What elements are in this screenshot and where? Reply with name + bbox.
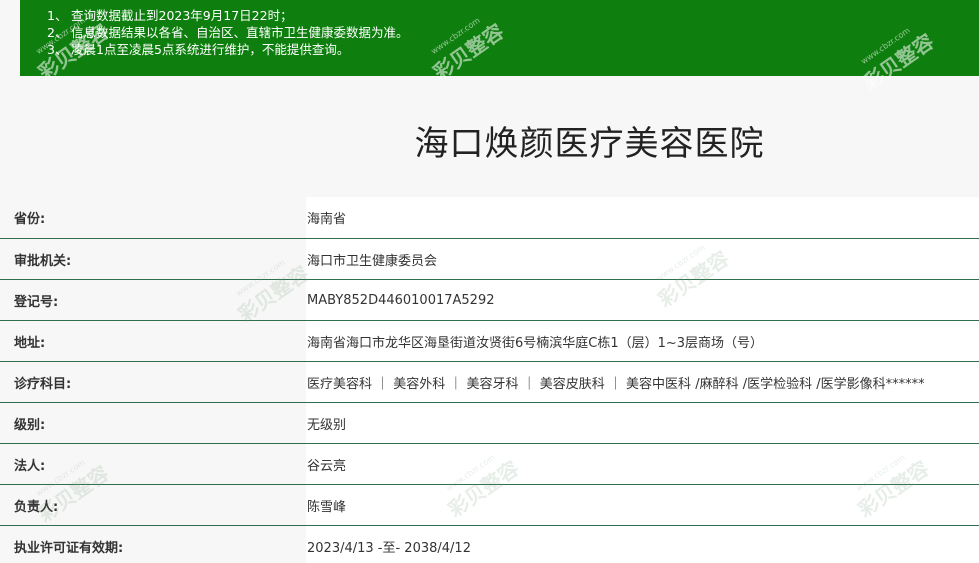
info-label: 法人: <box>0 444 306 484</box>
info-value: 医疗美容科 ｜ 美容外科 ｜ 美容牙科 ｜ 美容皮肤科 ｜ 美容中医科 /麻醉科… <box>306 362 979 402</box>
info-label: 级别: <box>0 403 306 443</box>
info-value: 海口市卫生健康委员会 <box>306 239 979 279</box>
info-value: 2023/4/13 -至- 2038/4/12 <box>306 526 979 563</box>
info-value: 谷云亮 <box>306 444 979 484</box>
info-row-departments: 诊疗科目: 医疗美容科 ｜ 美容外科 ｜ 美容牙科 ｜ 美容皮肤科 ｜ 美容中医… <box>0 361 979 402</box>
info-label: 诊疗科目: <box>0 362 306 402</box>
info-label: 登记号: <box>0 280 306 320</box>
info-label: 地址: <box>0 321 306 361</box>
info-row-person-in-charge: 负责人: 陈雪峰 <box>0 484 979 525</box>
notice-line-text: 凌晨1点至凌晨5点系统进行维护，不能提供查询。 <box>71 42 350 57</box>
notice-line-number: 1、 <box>47 8 68 23</box>
info-row-registration-number: 登记号: MABY852D446010017A5292 <box>0 279 979 320</box>
info-row-address: 地址: 海南省海口市龙华区海垦街道汝贤街6号楠滨华庭C栋1（层）1~3层商场（号… <box>0 320 979 361</box>
info-row-province: 省份: 海南省 <box>0 197 979 238</box>
info-label: 负责人: <box>0 485 306 525</box>
info-label: 执业许可证有效期: <box>0 526 306 563</box>
info-table: 省份: 海南省 审批机关: 海口市卫生健康委员会 登记号: MABY852D44… <box>0 197 979 563</box>
info-value: 海南省海口市龙华区海垦街道汝贤街6号楠滨华庭C栋1（层）1~3层商场（号） <box>306 321 979 361</box>
notice-line: 1、 查询数据截止到2023年9月17日22时； <box>47 7 979 24</box>
info-value: MABY852D446010017A5292 <box>306 280 979 320</box>
info-value: 陈雪峰 <box>306 485 979 525</box>
page-title: 海口焕颜医疗美容医院 <box>414 124 765 164</box>
notice-line: 3、 凌晨1点至凌晨5点系统进行维护，不能提供查询。 <box>47 41 979 58</box>
notice-banner: 1、 查询数据截止到2023年9月17日22时； 2、 信息数据结果以各省、自治区、… <box>20 0 979 76</box>
page: 1、 查询数据截止到2023年9月17日22时； 2、 信息数据结果以各省、自治区、… <box>0 0 979 563</box>
info-row-approval-authority: 审批机关: 海口市卫生健康委员会 <box>0 238 979 279</box>
info-row-license-validity: 执业许可证有效期: 2023/4/13 -至- 2038/4/12 <box>0 525 979 563</box>
notice-line-text: 信息数据结果以各省、自治区、直辖市卫生健康委数据为准。 <box>71 25 409 40</box>
info-label: 审批机关: <box>0 239 306 279</box>
notice-line-text: 查询数据截止到2023年9月17日22时； <box>71 8 293 23</box>
info-label: 省份: <box>0 197 306 238</box>
info-value: 无级别 <box>306 403 979 443</box>
notice-line: 2、 信息数据结果以各省、自治区、直辖市卫生健康委数据为准。 <box>47 24 979 41</box>
info-value: 海南省 <box>306 197 979 238</box>
notice-line-number: 2、 <box>47 25 68 40</box>
info-row-level: 级别: 无级别 <box>0 402 979 443</box>
notice-line-number: 3、 <box>47 42 68 57</box>
info-row-legal-person: 法人: 谷云亮 <box>0 443 979 484</box>
